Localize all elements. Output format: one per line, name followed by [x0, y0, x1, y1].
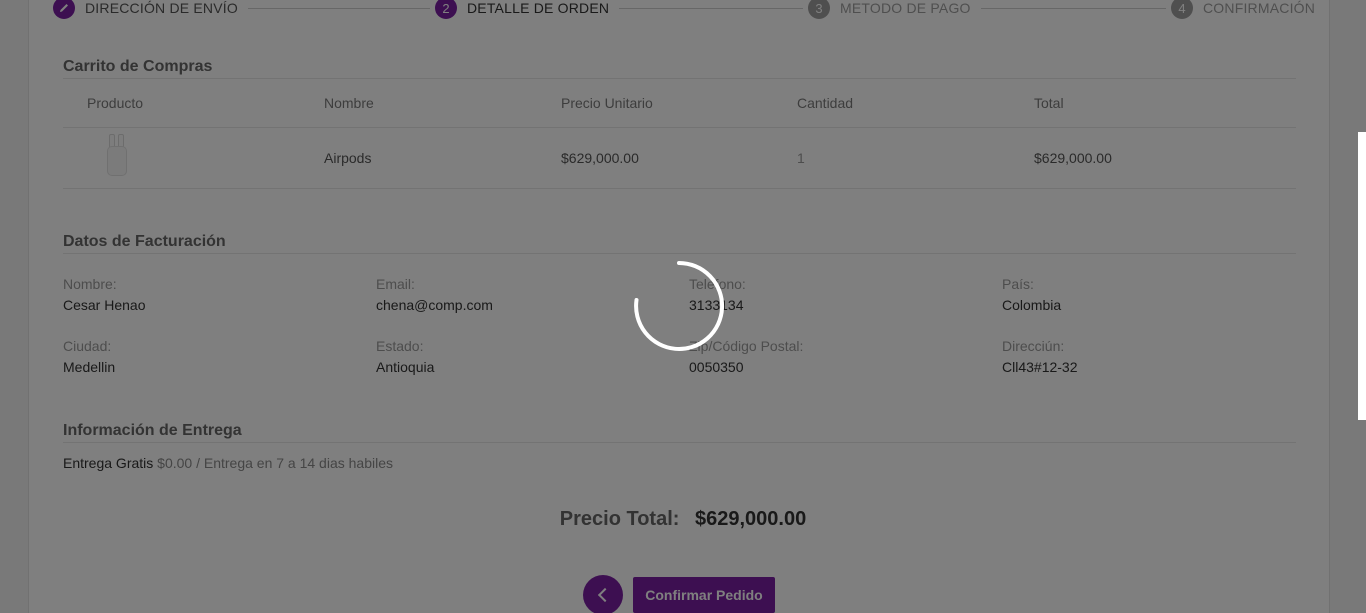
checkout-page: DIRECCIÓN DE ENVÍO 2 DETALLE DE ORDEN 3 …	[0, 0, 1366, 613]
loading-spinner-icon	[634, 261, 725, 351]
scrollbar[interactable]	[1358, 132, 1366, 420]
